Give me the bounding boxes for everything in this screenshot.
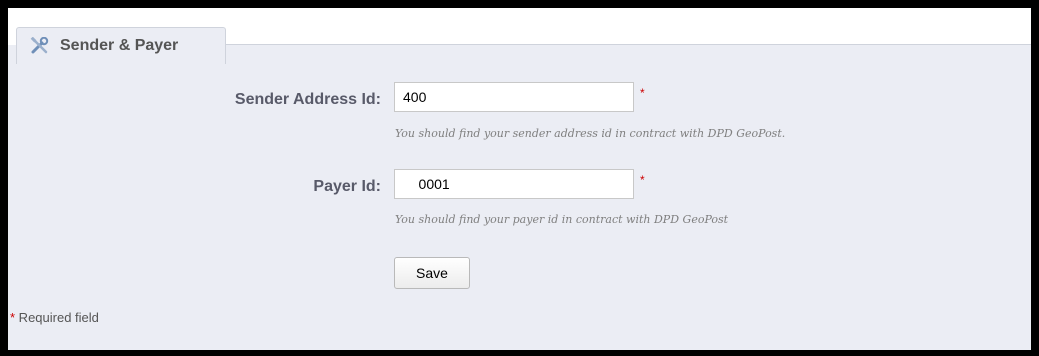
required-field-text: Required field	[15, 310, 99, 325]
save-button[interactable]: Save	[394, 257, 470, 289]
section-legend: Sender & Payer	[16, 27, 226, 64]
payer-id-input[interactable]	[394, 169, 634, 199]
tools-icon	[30, 36, 50, 55]
payer-id-hint: You should find your payer id in contrac…	[395, 213, 729, 226]
sender-address-id-input[interactable]	[394, 82, 634, 112]
sender-address-id-label: Sender Address Id:	[234, 91, 381, 108]
screenshot-frame: Sender & Payer Sender Address Id: * You …	[0, 0, 1039, 356]
required-marker: *	[640, 86, 645, 100]
payer-id-label: Payer Id:	[313, 178, 381, 195]
required-field-footnote: * Required field	[10, 310, 99, 325]
settings-panel: Sender & Payer Sender Address Id: * You …	[8, 8, 1031, 350]
required-marker: *	[640, 173, 645, 187]
section-title: Sender & Payer	[60, 37, 179, 54]
sender-address-id-hint: You should find your sender address id i…	[395, 127, 786, 140]
